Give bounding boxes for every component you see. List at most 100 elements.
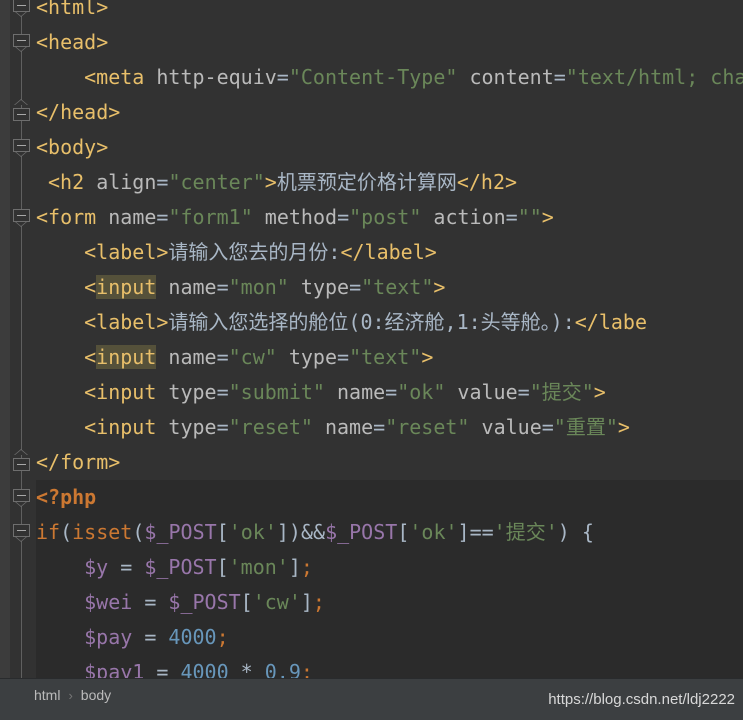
code-text-layer[interactable]: <html> <head> <meta http-equiv="Content-Ty… [36,0,743,678]
fold-collapse-marker-icon[interactable] [13,34,30,52]
code-line[interactable]: $wei = $_POST['cw']; [36,585,325,620]
editor-viewport[interactable]: <html> <head> <meta http-equiv="Content-Ty… [0,0,743,678]
code-token: = [553,65,566,89]
code-token: ; [216,625,229,649]
code-token: < [84,275,97,299]
code-token: = [541,415,554,439]
code-line[interactable]: <label>请输入您去的月份:</label> [36,235,437,270]
code-token: "重置" [553,415,618,439]
code-token: = [108,555,145,579]
code-token: "text/html; cha [565,65,743,89]
code-token: = [276,65,289,89]
code-token: "Content-Type" [288,65,458,89]
code-token: "form1" [168,205,253,229]
code-token: $_POST [144,555,217,579]
code-line[interactable]: <input name="cw" type="text"> [36,340,433,375]
code-token: < [84,345,97,369]
code-token: "ok" [397,380,446,404]
code-token: <html> [36,0,109,19]
code-token: $_POST [144,520,217,544]
code-token: > [617,415,630,439]
code-token: "reset" [228,415,313,439]
code-line[interactable]: </head> [36,95,120,130]
code-token: "提交" [529,380,594,404]
fold-end-marker-icon[interactable] [13,99,30,121]
code-line[interactable]: $pay = 4000; [36,620,229,655]
code-token: ) [557,520,582,544]
code-token: "submit" [228,380,325,404]
code-token: <meta [84,65,157,89]
search-match-token: input [96,345,157,369]
code-token: "post" [349,205,422,229]
code-token: <body> [36,135,109,159]
code-token: $_POST [325,520,398,544]
code-token: type [276,345,338,369]
code-token: "" [517,205,542,229]
code-line[interactable]: <body> [36,130,108,165]
code-token: = [216,380,229,404]
code-token: </label> [340,240,437,264]
code-token: ] [300,590,313,614]
code-token: = [132,625,169,649]
fold-collapse-marker-icon[interactable] [13,209,30,227]
code-line[interactable]: <html> [36,0,108,25]
code-line[interactable]: <input type="reset" name="reset" value="… [36,410,630,445]
code-token: = [505,205,518,229]
fold-collapse-marker-icon[interactable] [13,0,30,17]
fold-collapse-marker-icon[interactable] [13,489,30,507]
code-token: <h2 [48,170,97,194]
horizontal-scrollbar-track[interactable] [36,662,743,674]
code-line[interactable]: <head> [36,25,108,60]
code-line[interactable]: <input type="submit" name="ok" value="提交… [36,375,606,410]
status-bar: html › body https://blog.csdn.net/ldj2222 [0,678,743,720]
fold-end-marker-icon[interactable] [13,449,30,471]
code-token: '提交' [493,520,558,544]
breadcrumb[interactable]: html › body [34,687,111,703]
fold-collapse-marker-icon[interactable] [13,524,30,542]
code-token: > [264,170,277,194]
code-token: type [168,380,217,404]
breadcrumb-item-body[interactable]: body [81,687,111,703]
code-token: "text" [361,275,434,299]
code-token: content [457,65,554,89]
code-token: </labe [574,310,647,334]
code-token: = [132,590,169,614]
code-line[interactable]: <meta http-equiv="Content-Type" content=… [36,60,743,95]
code-editor-window: <html> <head> <meta http-equiv="Content-Ty… [0,0,743,720]
code-line[interactable]: if(isset($_POST['ok'])&&$_POST['ok']=='提… [36,515,594,550]
code-token: type [288,275,350,299]
code-token: > [593,380,606,404]
fold-collapse-marker-icon[interactable] [13,139,30,157]
code-token: [ [216,520,229,544]
code-token: > [421,345,434,369]
code-token: 请输入您去的月份: [168,240,341,264]
code-line[interactable]: </form> [36,445,120,480]
code-token: 机票预定价格计算网 [276,170,457,194]
code-token: = [337,205,350,229]
code-line[interactable]: <label>请输入您选择的舱位(0:经济舱,1:头等舱。):</labe [36,305,647,340]
code-token: if [36,520,61,544]
code-token: <label> [84,310,169,334]
breadcrumb-item-html[interactable]: html [34,687,60,703]
code-line[interactable]: <input name="mon" type="text"> [36,270,445,305]
search-match-token: input [96,275,157,299]
code-line[interactable]: $y = $_POST['mon']; [36,550,313,585]
code-token: <input [84,415,169,439]
code-token: name [108,205,157,229]
code-token: value [469,415,542,439]
code-token: "text" [349,345,422,369]
code-token: name [324,380,386,404]
code-token: $pay [84,625,133,649]
code-token: == [469,520,494,544]
code-token: = [373,415,386,439]
code-line[interactable]: <form name="form1" method="post" action=… [36,200,554,235]
code-token: <head> [36,30,109,54]
editor-left-strip [0,0,10,678]
code-line[interactable]: <?php [36,480,96,515]
code-token: "cw" [228,345,277,369]
code-line[interactable]: <h2 align="center">机票预定价格计算网</h2> [36,165,517,200]
code-token: ] [276,520,289,544]
code-token: ( [132,520,145,544]
code-token: <?php [36,485,97,509]
code-token: 'cw' [252,590,301,614]
